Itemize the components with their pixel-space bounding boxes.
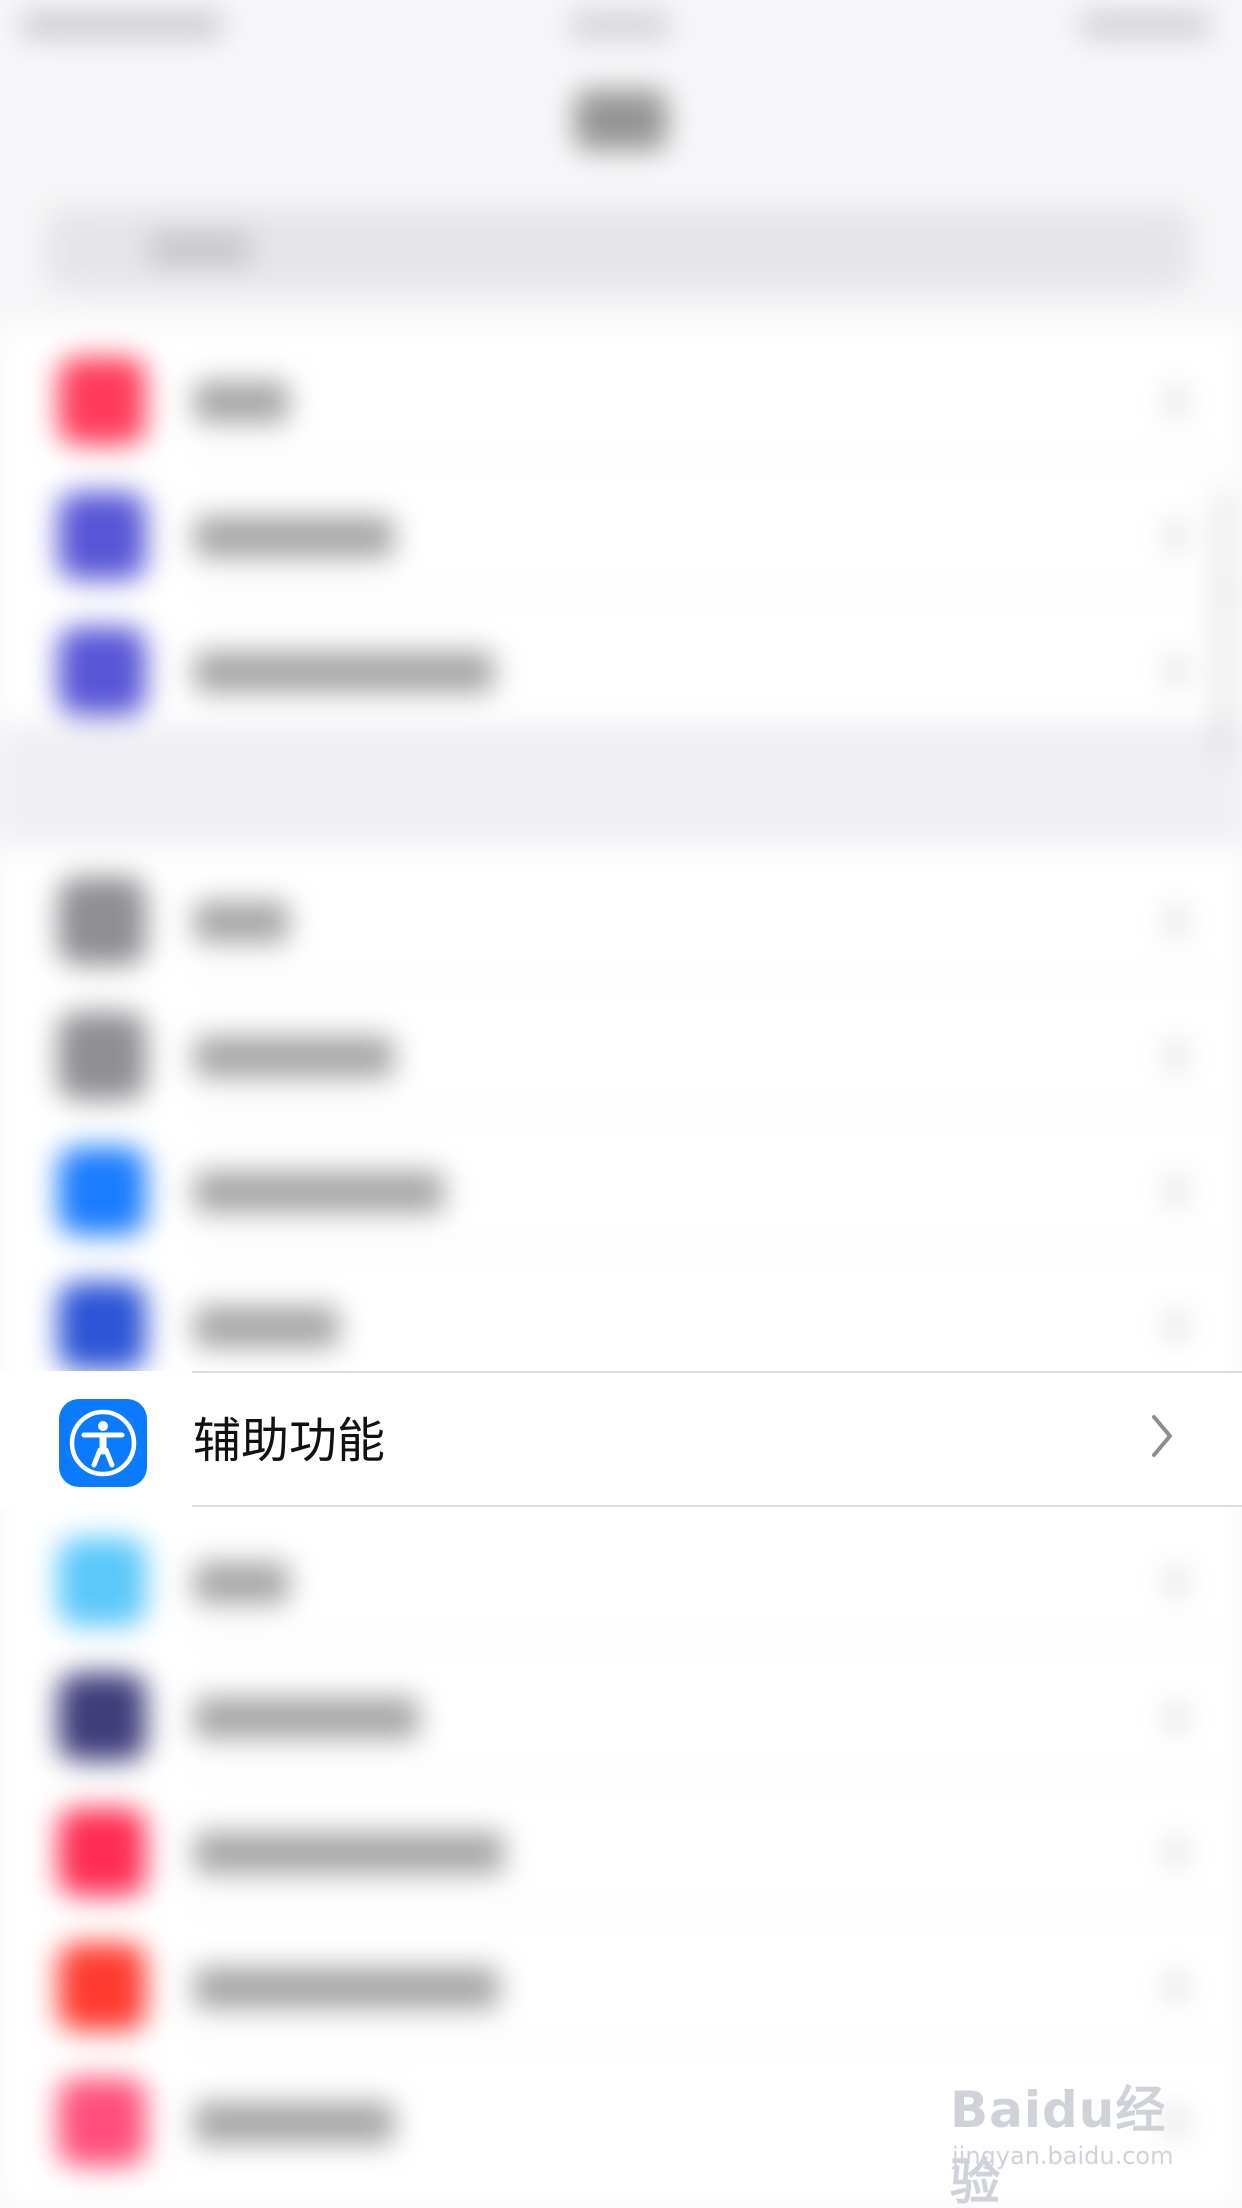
row-icon: [58, 492, 146, 580]
chevron-right-icon: [1168, 1838, 1184, 1866]
row-icon: [58, 627, 146, 715]
settings-row[interactable]: [0, 1776, 1242, 1911]
watermark-url: jingyan.baidu.com: [952, 2142, 1174, 2170]
chevron-right-icon: [1152, 1415, 1172, 1457]
settings-row[interactable]: [0, 595, 1242, 730]
row-label: [194, 1562, 289, 1604]
chevron-right-icon: [1168, 387, 1184, 415]
row-label: [194, 2102, 394, 2144]
status-carrier: [22, 12, 222, 38]
page-title: [575, 90, 667, 150]
chevron-right-icon: [1168, 522, 1184, 550]
settings-row-label: 辅助功能: [193, 1413, 386, 1469]
chevron-right-icon: [1168, 907, 1184, 935]
chevron-right-icon: [1168, 1973, 1184, 2001]
chevron-right-icon: [1168, 1568, 1184, 1596]
row-label: [194, 1306, 339, 1348]
settings-row[interactable]: [0, 460, 1242, 595]
row-label: [194, 1036, 394, 1078]
row-icon: [58, 877, 146, 965]
row-label: [194, 901, 289, 943]
chevron-right-icon: [1168, 1042, 1184, 1070]
chevron-right-icon: [1168, 1703, 1184, 1731]
chevron-right-icon: [1168, 1312, 1184, 1340]
accessibility-icon: [59, 1399, 147, 1487]
row-separator-bottom: [192, 1505, 1242, 1507]
baidu-watermark: Baidu经验 jingyan.baidu.com: [950, 2070, 1200, 2208]
search-placeholder: [150, 232, 250, 266]
settings-row[interactable]: [0, 325, 1242, 460]
settings-row[interactable]: [0, 1911, 1242, 2046]
settings-row[interactable]: [0, 1641, 1242, 1776]
group-gap: [0, 725, 1242, 845]
settings-row[interactable]: [0, 1115, 1242, 1250]
chevron-right-icon: [1168, 1177, 1184, 1205]
row-label: [194, 1967, 499, 2009]
chevron-right-icon: [1168, 657, 1184, 685]
row-separator-top: [192, 1371, 1242, 1373]
row-icon: [58, 1012, 146, 1100]
row-icon: [58, 1943, 146, 2031]
row-icon: [58, 1538, 146, 1626]
settings-screen: 辅助功能 Baidu经验 jingyan.baidu.com: [0, 0, 1242, 2208]
watermark-brand: Baidu经验: [950, 2081, 1167, 2208]
settings-row-accessibility[interactable]: 辅助功能: [0, 1371, 1242, 1507]
row-icon: [58, 2078, 146, 2166]
settings-row[interactable]: [0, 1506, 1242, 1641]
row-label: [194, 381, 289, 423]
status-time: [570, 12, 670, 38]
row-icon: [58, 1808, 146, 1896]
row-label: [194, 1832, 504, 1874]
row-label: [194, 1171, 444, 1213]
row-icon: [58, 357, 146, 445]
row-icon: [58, 1673, 146, 1761]
settings-row[interactable]: [0, 1250, 1242, 1385]
status-battery: [1080, 12, 1210, 38]
scroll-indicator[interactable]: [1218, 490, 1226, 760]
blurred-background: [0, 0, 1242, 2208]
settings-group-1: [0, 325, 1242, 725]
settings-group-2: [0, 845, 1242, 2208]
row-icon: [58, 1147, 146, 1235]
row-label: [194, 1697, 419, 1739]
row-icon: [58, 1282, 146, 1370]
settings-row[interactable]: [0, 980, 1242, 1115]
row-label: [194, 516, 394, 558]
settings-row[interactable]: [0, 845, 1242, 980]
status-bar: [0, 0, 1242, 60]
row-label: [194, 651, 494, 693]
